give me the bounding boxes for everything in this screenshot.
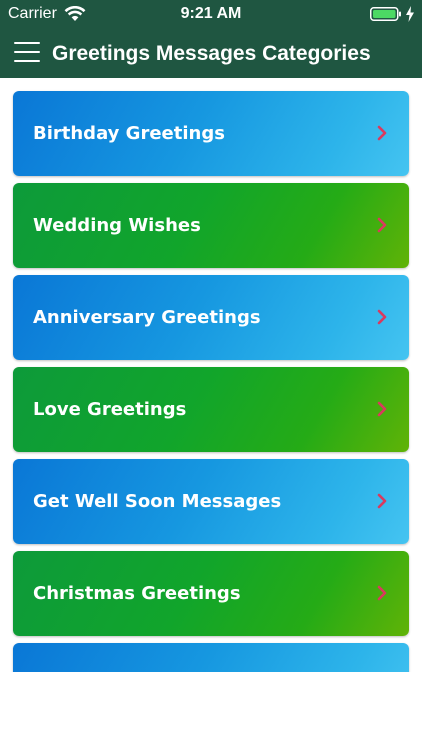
battery-icon — [370, 7, 401, 21]
category-item-wedding-wishes[interactable]: Wedding Wishes — [13, 183, 409, 268]
category-label: Christmas Greetings — [33, 583, 241, 604]
category-item-partial[interactable] — [13, 643, 409, 672]
category-label: Get Well Soon Messages — [33, 491, 282, 512]
category-item-anniversary-greetings[interactable]: Anniversary Greetings — [13, 275, 409, 360]
category-item-love-greetings[interactable]: Love Greetings — [13, 367, 409, 452]
menu-line — [14, 42, 40, 44]
chevron-right-icon — [377, 125, 387, 141]
app-header: Carrier 9:21 AM Greetings Messages Categ… — [0, 0, 422, 78]
category-label: Anniversary Greetings — [33, 307, 261, 328]
chevron-right-icon — [377, 585, 387, 601]
category-item-christmas-greetings[interactable]: Christmas Greetings — [13, 551, 409, 636]
chevron-right-icon — [377, 217, 387, 233]
clock-time: 9:21 AM — [180, 5, 242, 22]
charging-bolt-icon — [406, 6, 414, 22]
category-item-birthday-greetings[interactable]: Birthday Greetings — [13, 91, 409, 176]
category-label: Birthday Greetings — [33, 123, 225, 144]
menu-line — [14, 51, 40, 53]
status-bar: Carrier 9:21 AM — [0, 0, 422, 28]
category-label: Wedding Wishes — [33, 215, 201, 236]
category-label: Love Greetings — [33, 399, 187, 420]
page-title: Greetings Messages Categories — [52, 42, 371, 65]
category-list[interactable]: Birthday Greetings Wedding Wishes Annive… — [0, 78, 422, 672]
chevron-right-icon — [377, 309, 387, 325]
navigation-bar: Greetings Messages Categories — [0, 28, 422, 78]
category-item-get-well-soon-messages[interactable]: Get Well Soon Messages — [13, 459, 409, 544]
menu-line — [14, 60, 40, 62]
hamburger-menu-icon[interactable] — [14, 40, 40, 64]
chevron-right-icon — [377, 401, 387, 417]
chevron-right-icon — [377, 493, 387, 509]
